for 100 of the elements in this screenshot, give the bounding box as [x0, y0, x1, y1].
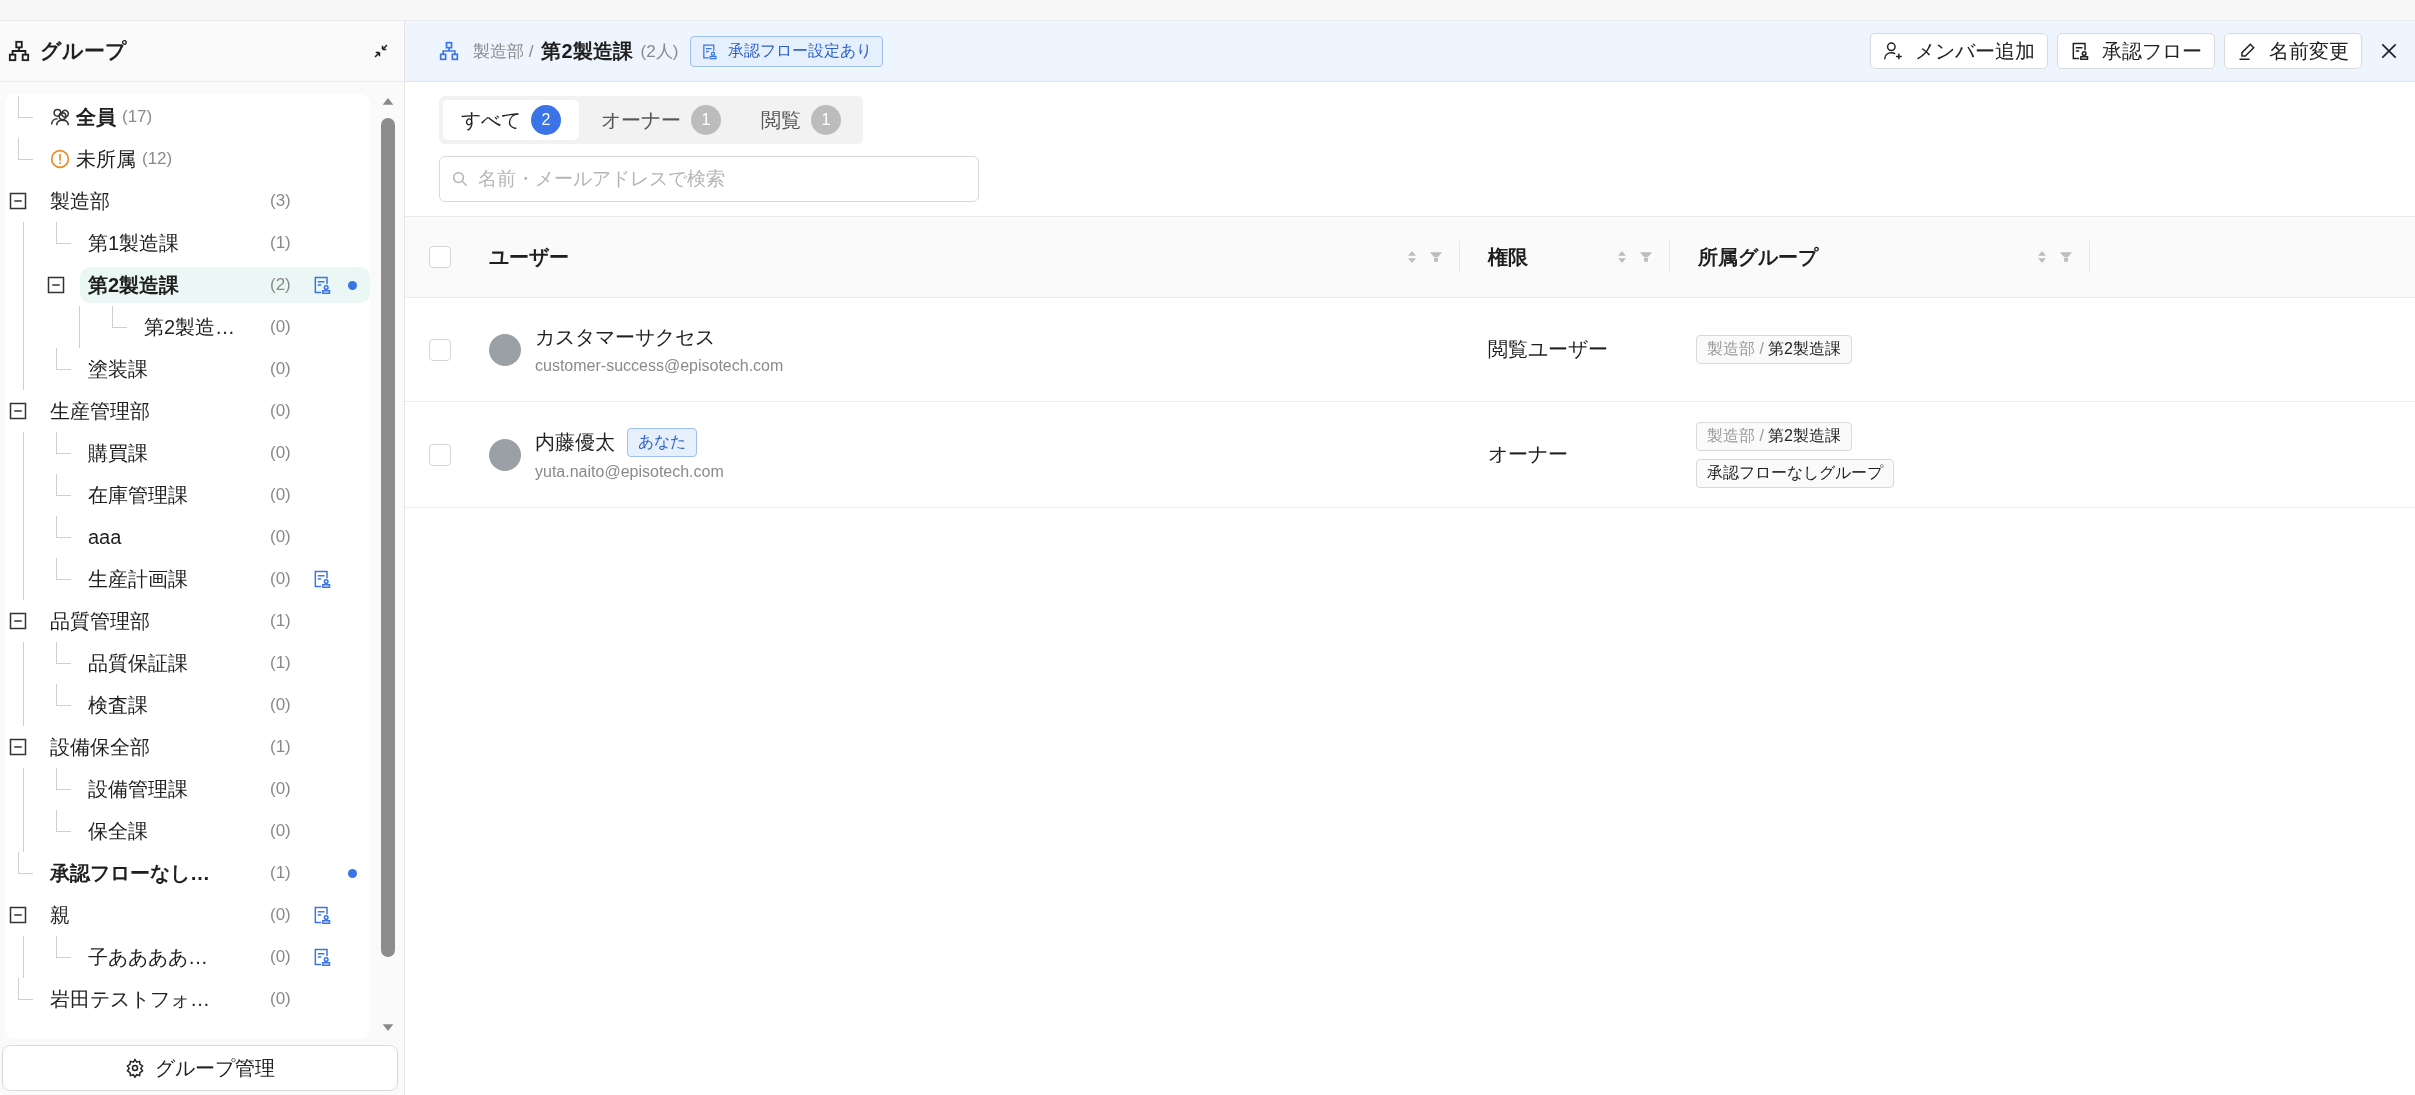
tree-item[interactable]: 第2製造… (0) [80, 306, 370, 348]
group-name: 塗装課 [88, 356, 149, 382]
tree-item[interactable]: 承認フローなし… (1) [5, 852, 370, 894]
count-badge: 1 [811, 105, 841, 135]
group-name: 全員 [76, 104, 116, 130]
collapse-toggle[interactable] [9, 192, 27, 210]
count-badge: 1 [691, 105, 721, 135]
tree-item[interactable]: aaa (0) [24, 516, 370, 558]
group-name: 第2製造課 [1767, 339, 1841, 359]
tree-item[interactable]: 子ああああ… (0) [24, 936, 370, 978]
collapse-toggle[interactable] [47, 276, 65, 294]
filter-tab[interactable]: オーナー 1 [583, 100, 739, 140]
collapse-toggle[interactable] [9, 906, 27, 924]
group-tag: 承認フローなしグループ [1696, 458, 1894, 488]
minus-box-icon [9, 906, 27, 924]
tree-item[interactable]: 岩田テストフォ… (0) [5, 978, 370, 1020]
member-count: (0) [270, 401, 292, 421]
parent-group-label: 製造部 / [1707, 425, 1764, 446]
group-manage-button[interactable]: グループ管理 [2, 1045, 398, 1091]
tree-item[interactable]: 生産計画課 (0) [24, 558, 370, 600]
filter-tab[interactable]: すべて 2 [443, 100, 579, 140]
filter-icon [2058, 249, 2074, 265]
minus-box-icon [9, 612, 27, 630]
column-header: 権限 [1486, 244, 1528, 270]
tree-item[interactable]: 設備管理課 (0) [24, 768, 370, 810]
group-name: 生産管理部 [50, 398, 151, 424]
member-count: (0) [270, 989, 292, 1009]
group-name: aaa [88, 525, 123, 549]
tree-item[interactable]: 未所属 (12) [5, 138, 370, 180]
checkbox[interactable] [429, 443, 451, 466]
group-name: 品質保証課 [88, 650, 189, 676]
tree-item[interactable]: 保全課 (0) [24, 810, 370, 852]
member-count: (0) [270, 317, 292, 337]
avatar-placeholder [489, 333, 521, 366]
warning-icon [50, 149, 70, 169]
tree-item[interactable]: 生産管理部 (0) [5, 390, 370, 432]
count-badge: 2 [531, 105, 561, 135]
rename-button[interactable]: 名前変更 [2224, 33, 2362, 69]
minus-box-icon [9, 402, 27, 420]
member-count: (1) [270, 233, 292, 253]
group-name: 第2製造… [144, 314, 237, 340]
tree-item[interactable]: 塗装課 (0) [24, 348, 370, 390]
shrink-icon [372, 42, 390, 60]
search-field[interactable]: 名前・メールアドレスで検索 [439, 156, 979, 202]
user-email: customer-success@episotech.com [535, 357, 784, 375]
user-name: 内藤優太 [535, 430, 615, 455]
column-header: ユーザー [489, 244, 569, 270]
member-count: (2) [270, 275, 292, 295]
checkbox[interactable] [429, 338, 451, 361]
member-count: (0) [270, 779, 292, 799]
member-count: (0) [270, 359, 292, 379]
minus-box-icon [47, 276, 65, 294]
parent-group-label: 製造部 / [1707, 339, 1764, 359]
group-name: 子ああああ… [88, 944, 209, 970]
org-chart-icon [8, 40, 30, 62]
tree-item[interactable]: 品質保証課 (1) [24, 642, 370, 684]
document-person-icon [701, 42, 719, 60]
tree-item[interactable]: 購買課 (0) [24, 432, 370, 474]
gear-icon [125, 1058, 145, 1078]
collapse-toggle[interactable] [9, 612, 27, 630]
member-count: (1) [270, 737, 292, 757]
collapse-toggle[interactable] [9, 402, 27, 420]
tree-item[interactable]: 在庫管理課 (0) [24, 474, 370, 516]
tree-item[interactable]: 品質管理部 (1) [5, 600, 370, 642]
member-count: (12) [142, 149, 174, 169]
group-name: 設備保全部 [50, 734, 151, 760]
user-name: カスタマーサクセス [535, 325, 715, 350]
member-count: (1) [270, 863, 292, 883]
checkbox[interactable] [429, 246, 451, 268]
add-member-button[interactable]: メンバー追加 [1870, 33, 2048, 69]
group-name: 設備管理課 [88, 776, 189, 802]
group-title: 第2製造課 [541, 38, 633, 64]
member-count: (0) [270, 947, 292, 967]
people-icon [50, 107, 70, 127]
member-count: (17) [122, 107, 154, 127]
tree-item[interactable]: 第1製造課 (1) [24, 222, 370, 264]
approval-flow-button[interactable]: 承認フロー [2057, 33, 2215, 69]
tree-item[interactable]: 親 (0) [5, 894, 370, 936]
tree-item[interactable]: 検査課 (0) [24, 684, 370, 726]
tree-item[interactable]: 製造部 (3) [5, 180, 370, 222]
scrollbar-thumb[interactable] [381, 118, 395, 958]
avatar-placeholder [489, 438, 521, 471]
filter-tab[interactable]: 閲覧 1 [743, 100, 859, 140]
close-icon [2379, 41, 2399, 61]
you-badge: あなた [627, 428, 697, 457]
tree-item[interactable]: 設備保全部 (1) [5, 726, 370, 768]
group-name: 保全課 [88, 818, 149, 844]
member-count: (0) [270, 569, 292, 589]
group-name: 製造部 [50, 188, 111, 214]
pencil-icon [2237, 41, 2257, 61]
member-count: (3) [270, 191, 292, 211]
collapse-toggle[interactable] [9, 738, 27, 756]
group-name: 品質管理部 [50, 608, 151, 634]
member-count: (0) [270, 821, 292, 841]
filter-icon [1638, 249, 1654, 265]
member-count: (0) [270, 905, 292, 925]
group-name: 第2製造課 [1767, 425, 1841, 446]
group-name: 検査課 [88, 692, 149, 718]
group-name: 購買課 [88, 440, 149, 466]
tree-item[interactable]: 全員 (17) [5, 96, 370, 138]
